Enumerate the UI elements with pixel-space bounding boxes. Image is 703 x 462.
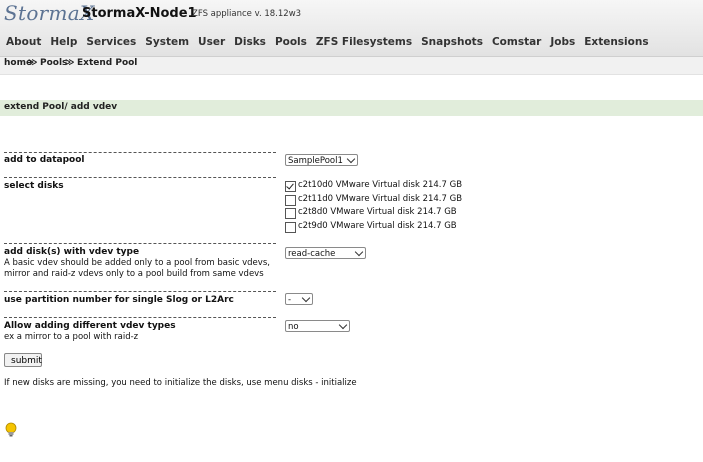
nav-services[interactable]: Services <box>83 36 139 52</box>
partition-select[interactable]: - <box>285 293 313 305</box>
lightbulb-icon[interactable] <box>4 422 18 438</box>
submit-button[interactable]: submit <box>4 353 42 367</box>
vdev-type-label: add disk(s) with vdev type <box>4 247 140 257</box>
nav-comstar[interactable]: Comstar <box>489 36 544 52</box>
nav-pools[interactable]: Pools <box>272 36 310 52</box>
stormax-logo[interactable]: StormaX <box>4 1 95 25</box>
disk-checkbox[interactable] <box>285 181 296 192</box>
select-disks-label: select disks <box>4 181 64 191</box>
section-bar: extend Pool/ add vdev <box>0 100 703 116</box>
partition-label: use partition number for single Slog or … <box>4 295 234 305</box>
nav-system[interactable]: System <box>142 36 192 52</box>
vdev-type-description: A basic vdev should be added only to a p… <box>4 258 270 268</box>
row-divider <box>4 243 276 244</box>
allow-types-value: no <box>288 322 299 332</box>
nav-user[interactable]: User <box>195 36 228 52</box>
chevron-down-icon <box>301 293 311 303</box>
disk-checkbox[interactable] <box>285 222 296 233</box>
vdev-type-description: mirror and raid-z vdevs only to a pool b… <box>4 269 264 279</box>
main-nav: About Help Services System User Disks Po… <box>0 36 652 52</box>
breadcrumb-extend-pool: Extend Pool <box>77 58 138 68</box>
nav-about[interactable]: About <box>3 36 44 52</box>
disk-label: c2t8d0 VMware Virtual disk 214.7 GB <box>298 207 457 217</box>
allow-types-select[interactable]: no <box>285 320 350 332</box>
disk-label: c2t11d0 VMware Virtual disk 214.7 GB <box>298 194 463 204</box>
disk-checkbox[interactable] <box>285 208 296 219</box>
row-divider <box>4 291 276 292</box>
info-note: If new disks are missing, you need to in… <box>4 378 357 388</box>
app-name: StormaX-Node1 <box>82 6 197 21</box>
disk-label: c2t10d0 VMware Virtual disk 214.7 GB <box>298 180 463 190</box>
allow-types-label: Allow adding different vdev types <box>4 321 176 331</box>
datapool-select[interactable]: SamplePool1 <box>285 154 358 166</box>
breadcrumb-separator: ≫ <box>28 58 38 68</box>
row-divider <box>4 177 276 178</box>
vdev-type-select[interactable]: read-cache <box>285 247 366 259</box>
breadcrumb-separator: ≫ <box>65 58 75 68</box>
datapool-value: SamplePool1 <box>288 156 343 166</box>
datapool-label: add to datapool <box>4 155 85 165</box>
chevron-down-icon <box>354 247 364 257</box>
nav-jobs[interactable]: Jobs <box>547 36 578 52</box>
nav-zfs-filesystems[interactable]: ZFS Filesystems <box>313 36 415 52</box>
nav-disks[interactable]: Disks <box>231 36 269 52</box>
chevron-down-icon <box>346 154 356 164</box>
partition-value: - <box>288 295 292 305</box>
disk-checkbox[interactable] <box>285 195 296 206</box>
row-divider <box>4 317 276 318</box>
row-divider <box>4 152 276 153</box>
nav-snapshots[interactable]: Snapshots <box>418 36 486 52</box>
app-version: ZFS appliance v. 18.12w3 <box>192 9 302 19</box>
breadcrumb: home ≫ Pools ≫ Extend Pool <box>0 57 703 75</box>
vdev-type-value: read-cache <box>288 249 336 259</box>
chevron-down-icon <box>338 320 348 330</box>
app-header: StormaX StormaX-Node1 ZFS appliance v. 1… <box>0 0 703 57</box>
allow-types-description: ex a mirror to a pool with raid-z <box>4 332 139 342</box>
nav-extensions[interactable]: Extensions <box>581 36 651 52</box>
nav-help[interactable]: Help <box>47 36 80 52</box>
section-title: extend Pool/ add vdev <box>4 102 118 112</box>
breadcrumb-pools[interactable]: Pools <box>40 58 67 68</box>
disk-label: c2t9d0 VMware Virtual disk 214.7 GB <box>298 221 457 231</box>
